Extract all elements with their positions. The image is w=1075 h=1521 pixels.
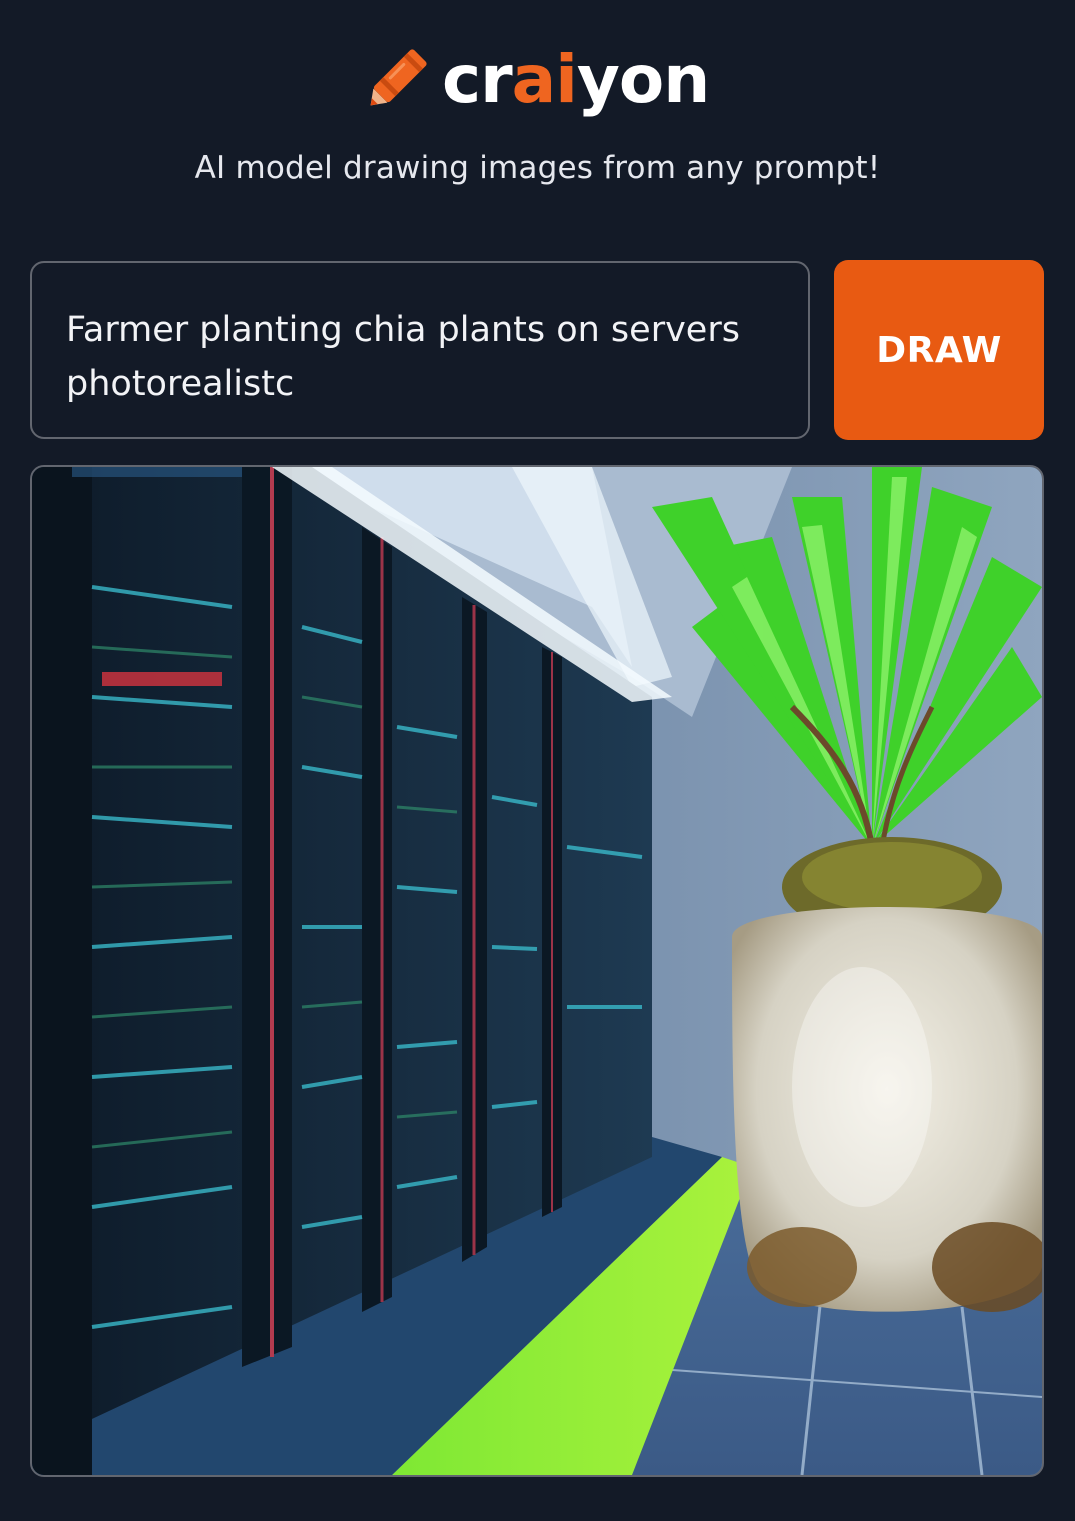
craiyon-page: craiyon AI model drawing images from any… — [0, 0, 1075, 1521]
brand-name-suffix: yon — [576, 41, 710, 118]
brand-name-accent: ai — [511, 41, 578, 118]
tagline: AI model drawing images from any prompt! — [194, 150, 881, 186]
prompt-input[interactable]: Farmer planting chia plants on servers p… — [30, 261, 810, 439]
brand-name-prefix: cr — [442, 41, 513, 118]
crayon-icon — [370, 49, 427, 106]
draw-button[interactable]: DRAW — [834, 260, 1044, 440]
brand-name: craiyon — [442, 38, 710, 122]
craiyon-logo[interactable]: craiyon — [356, 38, 716, 122]
generated-image-canvas — [32, 467, 1042, 1475]
generated-image[interactable] — [30, 465, 1044, 1477]
